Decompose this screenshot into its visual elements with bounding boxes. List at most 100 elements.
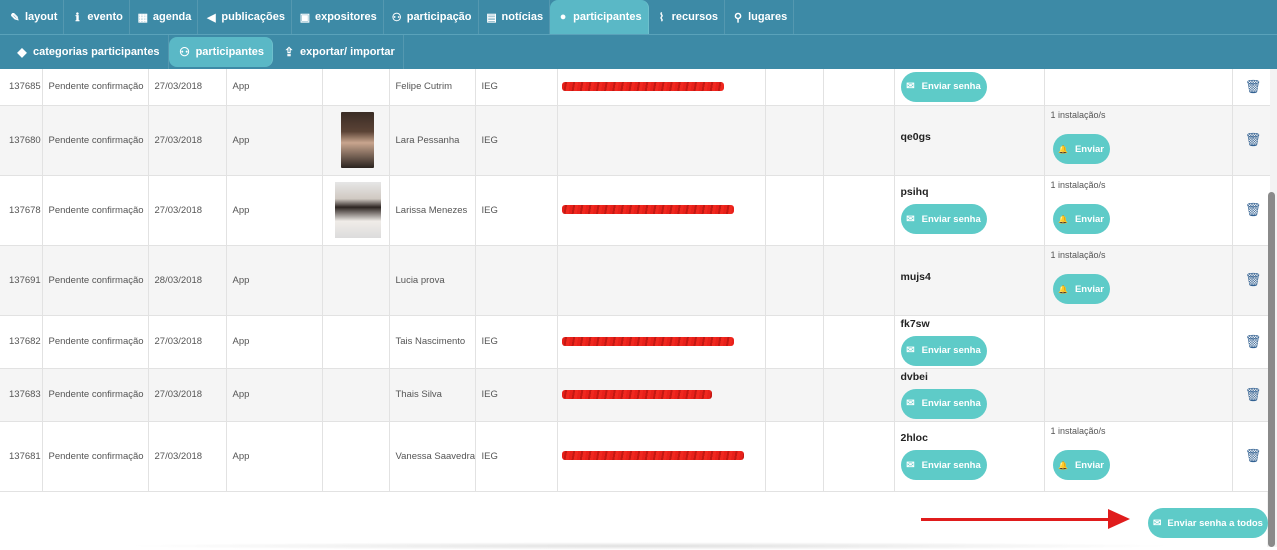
cell-org: IEG [475, 69, 558, 106]
cell-empty [765, 421, 824, 492]
cell-delete: 🗑 [1232, 368, 1270, 422]
nav-item-lugares[interactable]: ⚲ lugares [725, 0, 795, 34]
users-icon: ⚇ [391, 11, 402, 24]
subnav-item-label: categorias participantes [33, 46, 160, 58]
cell-password: mujs4 [894, 245, 1045, 316]
email-redaction [561, 389, 712, 399]
megaphone-icon: ◀ [207, 11, 216, 24]
cell-email: t [557, 368, 766, 422]
trash-icon[interactable]: 🗑 [1239, 132, 1268, 148]
cell-status: Pendente confirmação [42, 368, 149, 422]
table-row: 137685 Pendente confirmação 27/03/2018 App F… [0, 69, 1270, 106]
briefcase-icon: ▣ [299, 11, 311, 24]
newspaper-icon: ▤ [486, 11, 497, 24]
subnav-item-label: participantes [195, 46, 265, 58]
nav-item-publica-es[interactable]: ◀ publicações [198, 0, 292, 34]
sub-nav: ◆ categorias participantes ⚇ participantes ⇪… [0, 34, 1277, 70]
cell-empty [765, 368, 824, 422]
tags-icon: ◆ [17, 45, 27, 59]
participant-photo [334, 182, 381, 238]
trash-icon[interactable]: 🗑 [1239, 334, 1268, 350]
trash-icon[interactable]: 🗑 [1239, 79, 1268, 95]
installations-count: 1 instalação/s [1050, 110, 1106, 120]
cell-name: Felipe Cutrim [389, 69, 476, 106]
send-notification-button[interactable]: 🔔 Enviar [1052, 204, 1110, 234]
cell-empty [765, 175, 824, 246]
nav-item-participa-o[interactable]: ⚇ participação [384, 0, 479, 34]
participants-table-wrap: 137685 Pendente confirmação 27/03/2018 App F… [0, 69, 1270, 547]
nav-item-participantes[interactable]: ● participantes [550, 0, 649, 34]
cell-empty [765, 105, 824, 176]
cell-installations: 1 instalação/s 🔔 Enviar [1044, 421, 1233, 492]
bell-icon: 🔔 [1057, 144, 1068, 154]
nav-item-label: expositores [314, 11, 377, 23]
trash-icon[interactable]: 🗑 [1239, 387, 1268, 403]
cell-photo [322, 69, 390, 106]
envelope-icon: ✉ [906, 213, 915, 225]
send-password-button[interactable]: ✉ Enviar senha [900, 450, 987, 480]
send-notification-button[interactable]: 🔔 Enviar [1052, 450, 1110, 480]
annotation-arrow-line [921, 518, 1116, 521]
send-password-all-button[interactable]: ✉ Enviar senha a todos [1148, 508, 1268, 538]
trash-icon[interactable]: 🗑 [1239, 448, 1268, 464]
cell-installations: 1 instalação/s 🔔 Enviar [1044, 175, 1233, 246]
upload-icon: ⇪ [284, 45, 295, 59]
cell-name: Thais Silva [389, 368, 476, 422]
send-all-label: Enviar senha a todos [1167, 517, 1263, 529]
cell-source: App [226, 315, 323, 369]
cell-empty [823, 245, 895, 316]
cell-empty [823, 69, 895, 106]
cell-empty [823, 315, 895, 369]
nav-item-label: lugares [748, 11, 788, 23]
cell-source: App [226, 175, 323, 246]
send-label: Enviar [1074, 143, 1104, 155]
scrollbar-thumb[interactable] [1268, 192, 1275, 547]
nav-item-expositores[interactable]: ▣ expositores [292, 0, 384, 34]
send-password-button[interactable]: ✉ Enviar senha [900, 71, 987, 102]
cell-photo [322, 315, 390, 369]
cell-delete: 🗑 [1232, 175, 1270, 246]
cell-id: 137678 [0, 175, 43, 246]
trash-icon[interactable]: 🗑 [1239, 202, 1268, 218]
envelope-icon: ✉ [906, 459, 915, 471]
cell-id: 137680 [0, 105, 43, 176]
nav-item-label: notícias [501, 11, 544, 23]
cell-name: Tais Nascimento [389, 315, 476, 369]
paperclip-icon: ⌇ [658, 11, 665, 24]
nav-item-label: evento [87, 11, 123, 23]
send-password-button[interactable]: ✉ Enviar senha [900, 204, 987, 234]
send-password-button[interactable]: ✉ Enviar senha [900, 335, 987, 366]
send-notification-button[interactable]: 🔔 Enviar [1052, 134, 1110, 164]
send-notification-button[interactable]: 🔔 Enviar [1052, 274, 1110, 304]
cell-password: dvbei ✉ Enviar senha [894, 368, 1045, 422]
cell-photo [322, 245, 390, 316]
cell-date: 27/03/2018 [148, 421, 227, 492]
nav-item-layout[interactable]: ✎ layout [2, 0, 65, 34]
cell-password: ✉ Enviar senha [894, 69, 1045, 106]
cell-email [557, 245, 766, 316]
cell-source: App [226, 245, 323, 316]
cell-org: IEG [475, 175, 558, 246]
trash-icon[interactable]: 🗑 [1239, 272, 1268, 288]
send-label: Enviar [1074, 213, 1104, 225]
cell-password: qe0gs [894, 105, 1045, 176]
subnav-item-exportar-importar[interactable]: ⇪ exportar/ importar [273, 34, 404, 70]
cell-installations [1044, 368, 1233, 422]
cell-email: v [557, 421, 766, 492]
nav-item-recursos[interactable]: ⌇ recursos [649, 0, 726, 34]
main-nav: ✎ layout ℹ evento ▦ agenda ◀ publicações ▣ exposi… [0, 0, 1277, 34]
nav-item-label: agenda [152, 11, 192, 23]
nav-item-label: participação [406, 11, 472, 23]
subnav-item-participantes[interactable]: ⚇ participantes [168, 37, 274, 67]
nav-item-not-cias[interactable]: ▤ notícias [479, 0, 551, 34]
nav-item-label: participantes [573, 11, 642, 23]
table-row: 137680 Pendente confirmação 27/03/2018 App L… [0, 105, 1270, 176]
cell-org: IEG [475, 315, 558, 369]
nav-item-agenda[interactable]: ▦ agenda [130, 0, 199, 34]
send-password-button[interactable]: ✉ Enviar senha [900, 388, 987, 419]
password-code: psihq [900, 186, 929, 198]
nav-item-evento[interactable]: ℹ evento [64, 0, 130, 34]
nav-item-label: recursos [671, 11, 719, 23]
subnav-item-categorias-participantes[interactable]: ◆ categorias participantes [6, 34, 169, 70]
cell-email: l [557, 175, 766, 246]
